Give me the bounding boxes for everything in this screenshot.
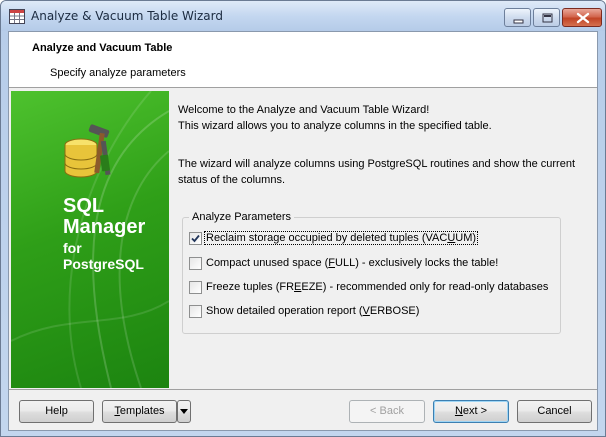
templates-dropdown-button[interactable] bbox=[177, 400, 191, 423]
next-accel: N bbox=[454, 405, 463, 417]
group-label: Analyze Parameters bbox=[189, 211, 295, 223]
freeze-label: Freeze tuples (FREEZE) - recommended onl… bbox=[206, 281, 548, 293]
next-label-rest: ext > bbox=[462, 405, 488, 417]
banner-line-4: PostgreSQL bbox=[63, 256, 144, 272]
full-label-post: ULL) - exclusively locks the table! bbox=[335, 257, 499, 269]
welcome-text: Welcome to the Analyze and Vacuum Table … bbox=[178, 104, 430, 116]
triangle-down-icon bbox=[180, 409, 188, 414]
analyze-parameters-group: Analyze Parameters Reclaim storage occup… bbox=[182, 211, 561, 334]
database-tools-icon bbox=[64, 124, 111, 178]
maximize-icon bbox=[542, 13, 553, 23]
verbose-checkbox-row[interactable]: Show detailed operation report (VERBOSE) bbox=[189, 303, 439, 319]
templates-label-rest: emplates bbox=[119, 405, 165, 417]
banner-line-3: for bbox=[63, 240, 82, 256]
vacuum-checkbox[interactable] bbox=[189, 232, 202, 245]
footer-divider bbox=[9, 389, 597, 390]
next-button[interactable]: Next > bbox=[433, 400, 509, 423]
banner-line-2: Manager bbox=[63, 216, 146, 238]
back-button[interactable]: < Back bbox=[349, 400, 425, 423]
product-banner: SQL Manager for PostgreSQL bbox=[11, 91, 169, 388]
verbose-label: Show detailed operation report (VERBOSE) bbox=[206, 305, 419, 317]
description-text: This wizard allows you to analyze column… bbox=[178, 120, 492, 132]
vacuum-label-pre: Reclaim storage occupied by deleted tupl… bbox=[206, 232, 448, 244]
full-checkbox[interactable] bbox=[189, 257, 202, 270]
cancel-button[interactable]: Cancel bbox=[517, 400, 592, 423]
verbose-label-post: ERBOSE) bbox=[369, 305, 420, 317]
verbose-checkbox[interactable] bbox=[189, 305, 202, 318]
info-text-line-1: The wizard will analyze columns using Po… bbox=[178, 158, 576, 170]
wizard-client-area: Analyze and Vacuum Table Specify analyze… bbox=[8, 31, 598, 431]
wizard-content: Welcome to the Analyze and Vacuum Table … bbox=[170, 91, 595, 388]
freeze-label-post: EZE) - recommended only for read-only da… bbox=[301, 281, 549, 293]
freeze-label-pre: Freeze tuples (FR bbox=[206, 281, 295, 293]
vacuum-checkbox-row[interactable]: Reclaim storage occupied by deleted tupl… bbox=[189, 230, 489, 246]
templates-button[interactable]: Templates bbox=[102, 400, 177, 423]
page-title: Analyze and Vacuum Table bbox=[32, 42, 173, 54]
checkmark-icon bbox=[191, 234, 200, 243]
verbose-label-pre: Show detailed operation report ( bbox=[206, 305, 363, 317]
info-text-line-2: status of the columns. bbox=[178, 174, 285, 186]
full-label: Compact unused space (FULL) - exclusivel… bbox=[206, 257, 498, 269]
full-label-pre: Compact unused space ( bbox=[206, 257, 329, 269]
banner-line-1: SQL bbox=[63, 195, 105, 217]
close-icon bbox=[576, 12, 590, 24]
title-bar[interactable]: Analyze & Vacuum Table Wizard bbox=[1, 1, 605, 31]
wizard-header: Analyze and Vacuum Table Specify analyze… bbox=[9, 32, 597, 88]
vacuum-label-post: UM) bbox=[455, 232, 477, 244]
freeze-checkbox-row[interactable]: Freeze tuples (FREEZE) - recommended onl… bbox=[189, 279, 559, 295]
minimize-icon bbox=[513, 19, 524, 24]
help-button[interactable]: Help bbox=[19, 400, 94, 423]
full-checkbox-row[interactable]: Compact unused space (FULL) - exclusivel… bbox=[189, 255, 509, 271]
freeze-checkbox[interactable] bbox=[189, 281, 202, 294]
window-title: Analyze & Vacuum Table Wizard bbox=[31, 9, 223, 23]
verbose-label-accel: V bbox=[362, 305, 370, 317]
page-subtitle: Specify analyze parameters bbox=[50, 67, 186, 79]
wizard-window: Analyze & Vacuum Table Wizard Analyze an… bbox=[0, 0, 606, 437]
minimize-button[interactable] bbox=[504, 8, 531, 27]
close-button[interactable] bbox=[562, 8, 602, 27]
maximize-button[interactable] bbox=[533, 8, 560, 27]
table-wizard-icon bbox=[9, 9, 25, 24]
vacuum-label: Reclaim storage occupied by deleted tupl… bbox=[203, 231, 479, 245]
